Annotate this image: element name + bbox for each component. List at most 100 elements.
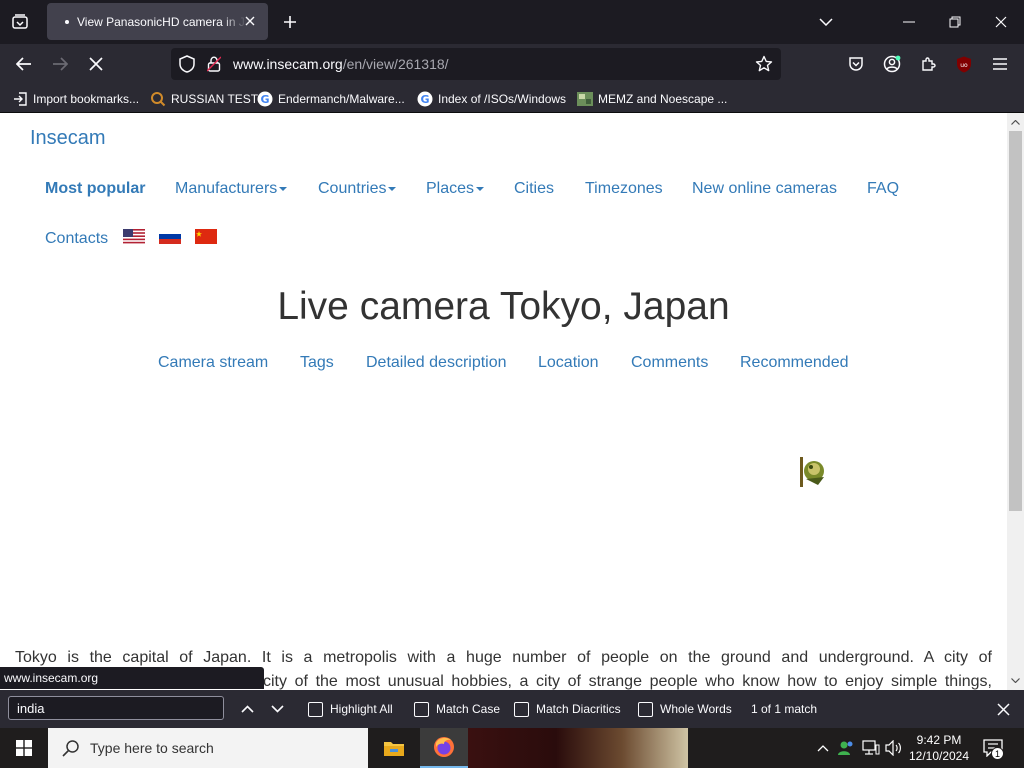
arrow-right-icon bbox=[53, 57, 68, 71]
bookmark-memz[interactable]: MEMZ and Noescape ... bbox=[577, 89, 727, 109]
taskbar-search-box[interactable]: Type here to search bbox=[48, 728, 368, 768]
menu-most-popular[interactable]: Most popular bbox=[45, 180, 145, 198]
menu-timezones[interactable]: Timezones bbox=[585, 180, 663, 198]
checkbox-box[interactable] bbox=[514, 701, 529, 717]
checkbox-box[interactable] bbox=[414, 701, 429, 717]
minimize-button[interactable] bbox=[892, 6, 926, 38]
network-tray-icon[interactable] bbox=[861, 738, 881, 758]
browser-tab-active[interactable]: View PanasonicHD camera in Japan bbox=[47, 3, 268, 40]
menu-countries[interactable]: Countries bbox=[318, 180, 397, 198]
people-tray-icon[interactable] bbox=[836, 738, 856, 758]
bookmark-label: RUSSIAN TEST bbox=[171, 92, 259, 106]
bookmarks-toolbar: Import bookmarks... RUSSIAN TEST G Ender… bbox=[0, 84, 1024, 113]
search-icon bbox=[150, 91, 166, 107]
checkbox-label: Highlight All bbox=[330, 702, 393, 716]
navigation-toolbar: www.insecam.org/en/view/261318/ uo bbox=[0, 44, 1024, 84]
lock-icon bbox=[207, 56, 221, 72]
link-recommended[interactable]: Recommended bbox=[740, 354, 849, 372]
stop-loading-button[interactable] bbox=[81, 50, 111, 78]
firefox-taskbar-button[interactable] bbox=[420, 728, 468, 768]
menu-contacts[interactable]: Contacts bbox=[45, 230, 108, 248]
menu-new-online-cameras[interactable]: New online cameras bbox=[692, 180, 837, 198]
bookmark-endermanch[interactable]: G Endermanch/Malware... bbox=[257, 89, 405, 109]
match-diacritics-checkbox[interactable]: Match Diacritics bbox=[514, 700, 621, 718]
arrow-left-icon bbox=[16, 57, 31, 71]
pocket-button[interactable] bbox=[841, 50, 871, 78]
loading-spinner-icon bbox=[800, 457, 824, 487]
menu-places[interactable]: Places bbox=[426, 180, 485, 198]
checkbox-label: Whole Words bbox=[660, 702, 732, 716]
bookmark-index-isos[interactable]: G Index of /ISOs/Windows bbox=[417, 89, 566, 109]
tab-title: View PanasonicHD camera in Japan bbox=[77, 14, 247, 29]
notification-count-badge: 1 bbox=[991, 747, 1004, 760]
checkbox-box[interactable] bbox=[308, 701, 323, 717]
search-icon bbox=[62, 740, 79, 757]
us-flag-icon[interactable] bbox=[123, 229, 145, 244]
bookmark-star-button[interactable] bbox=[753, 53, 775, 75]
scrollbar-thumb[interactable] bbox=[1009, 131, 1022, 511]
new-tab-button[interactable] bbox=[277, 9, 303, 35]
close-window-button[interactable] bbox=[984, 6, 1018, 38]
highlight-all-checkbox[interactable]: Highlight All bbox=[308, 700, 393, 718]
insecure-lock-icon[interactable] bbox=[204, 54, 224, 74]
show-hidden-icons-button[interactable] bbox=[813, 738, 833, 758]
ublock-icon: uo bbox=[957, 56, 971, 72]
action-center-button[interactable]: 1 bbox=[980, 736, 1006, 760]
forward-button[interactable] bbox=[45, 50, 75, 78]
taskbar-wallpaper-preview bbox=[468, 728, 688, 768]
link-comments[interactable]: Comments bbox=[631, 354, 708, 372]
menu-cities[interactable]: Cities bbox=[514, 180, 554, 198]
menu-label: Countries bbox=[318, 180, 387, 197]
link-location[interactable]: Location bbox=[538, 354, 599, 372]
bookmark-import[interactable]: Import bookmarks... bbox=[12, 89, 139, 109]
url-host: www.insecam.org bbox=[233, 56, 343, 72]
find-input[interactable] bbox=[8, 696, 224, 720]
import-icon bbox=[12, 91, 28, 107]
google-icon: G bbox=[417, 91, 433, 107]
url-text[interactable]: www.insecam.org/en/view/261318/ bbox=[233, 56, 449, 72]
find-next-button[interactable] bbox=[266, 698, 288, 720]
tab-close-button[interactable] bbox=[242, 12, 258, 30]
find-previous-button[interactable] bbox=[236, 698, 258, 720]
search-placeholder: Type here to search bbox=[90, 740, 214, 756]
match-case-checkbox[interactable]: Match Case bbox=[414, 700, 500, 718]
checkbox-box[interactable] bbox=[638, 701, 653, 717]
tracking-protection-icon[interactable] bbox=[177, 54, 197, 74]
app-menu-button[interactable] bbox=[985, 50, 1015, 78]
link-detailed-description[interactable]: Detailed description bbox=[366, 354, 507, 372]
extensions-button[interactable] bbox=[913, 50, 943, 78]
menu-faq[interactable]: FAQ bbox=[867, 180, 899, 198]
menu-manufacturers[interactable]: Manufacturers bbox=[175, 180, 288, 198]
whole-words-checkbox[interactable]: Whole Words bbox=[638, 700, 732, 718]
account-icon bbox=[883, 55, 901, 73]
brand-logo-link[interactable]: Insecam bbox=[30, 127, 106, 150]
back-button[interactable] bbox=[9, 50, 39, 78]
volume-tray-icon[interactable] bbox=[884, 738, 904, 758]
account-button[interactable] bbox=[877, 50, 907, 78]
file-explorer-taskbar-button[interactable] bbox=[370, 728, 418, 768]
bookmark-russian-test[interactable]: RUSSIAN TEST bbox=[150, 89, 258, 109]
cn-flag-icon[interactable] bbox=[195, 229, 217, 244]
link-camera-stream[interactable]: Camera stream bbox=[158, 354, 268, 372]
web-page: Insecam Most popular Manufacturers Count… bbox=[0, 113, 1007, 690]
taskbar-clock[interactable]: 9:42 PM 12/10/2024 bbox=[905, 732, 973, 764]
page-scrollbar[interactable] bbox=[1007, 113, 1024, 690]
plus-icon bbox=[284, 16, 296, 28]
tab-list-button[interactable] bbox=[6, 9, 34, 35]
restore-button[interactable] bbox=[938, 6, 972, 38]
find-close-button[interactable] bbox=[992, 698, 1014, 720]
url-bar[interactable]: www.insecam.org/en/view/261318/ bbox=[171, 48, 781, 80]
ublock-origin-button[interactable]: uo bbox=[949, 50, 979, 78]
ru-flag-icon[interactable] bbox=[159, 229, 181, 244]
scroll-up-arrow-icon[interactable] bbox=[1010, 117, 1021, 127]
chevron-down-icon bbox=[270, 705, 284, 713]
windows-logo-icon bbox=[16, 740, 32, 756]
clock-date: 12/10/2024 bbox=[908, 749, 970, 763]
start-button[interactable] bbox=[0, 728, 48, 768]
tab-list-icon bbox=[12, 14, 28, 29]
list-all-tabs-button[interactable] bbox=[809, 6, 843, 38]
scroll-down-arrow-icon[interactable] bbox=[1010, 675, 1021, 685]
pocket-icon bbox=[849, 57, 863, 71]
link-tags[interactable]: Tags bbox=[300, 354, 334, 372]
chevron-up-icon bbox=[240, 705, 254, 713]
